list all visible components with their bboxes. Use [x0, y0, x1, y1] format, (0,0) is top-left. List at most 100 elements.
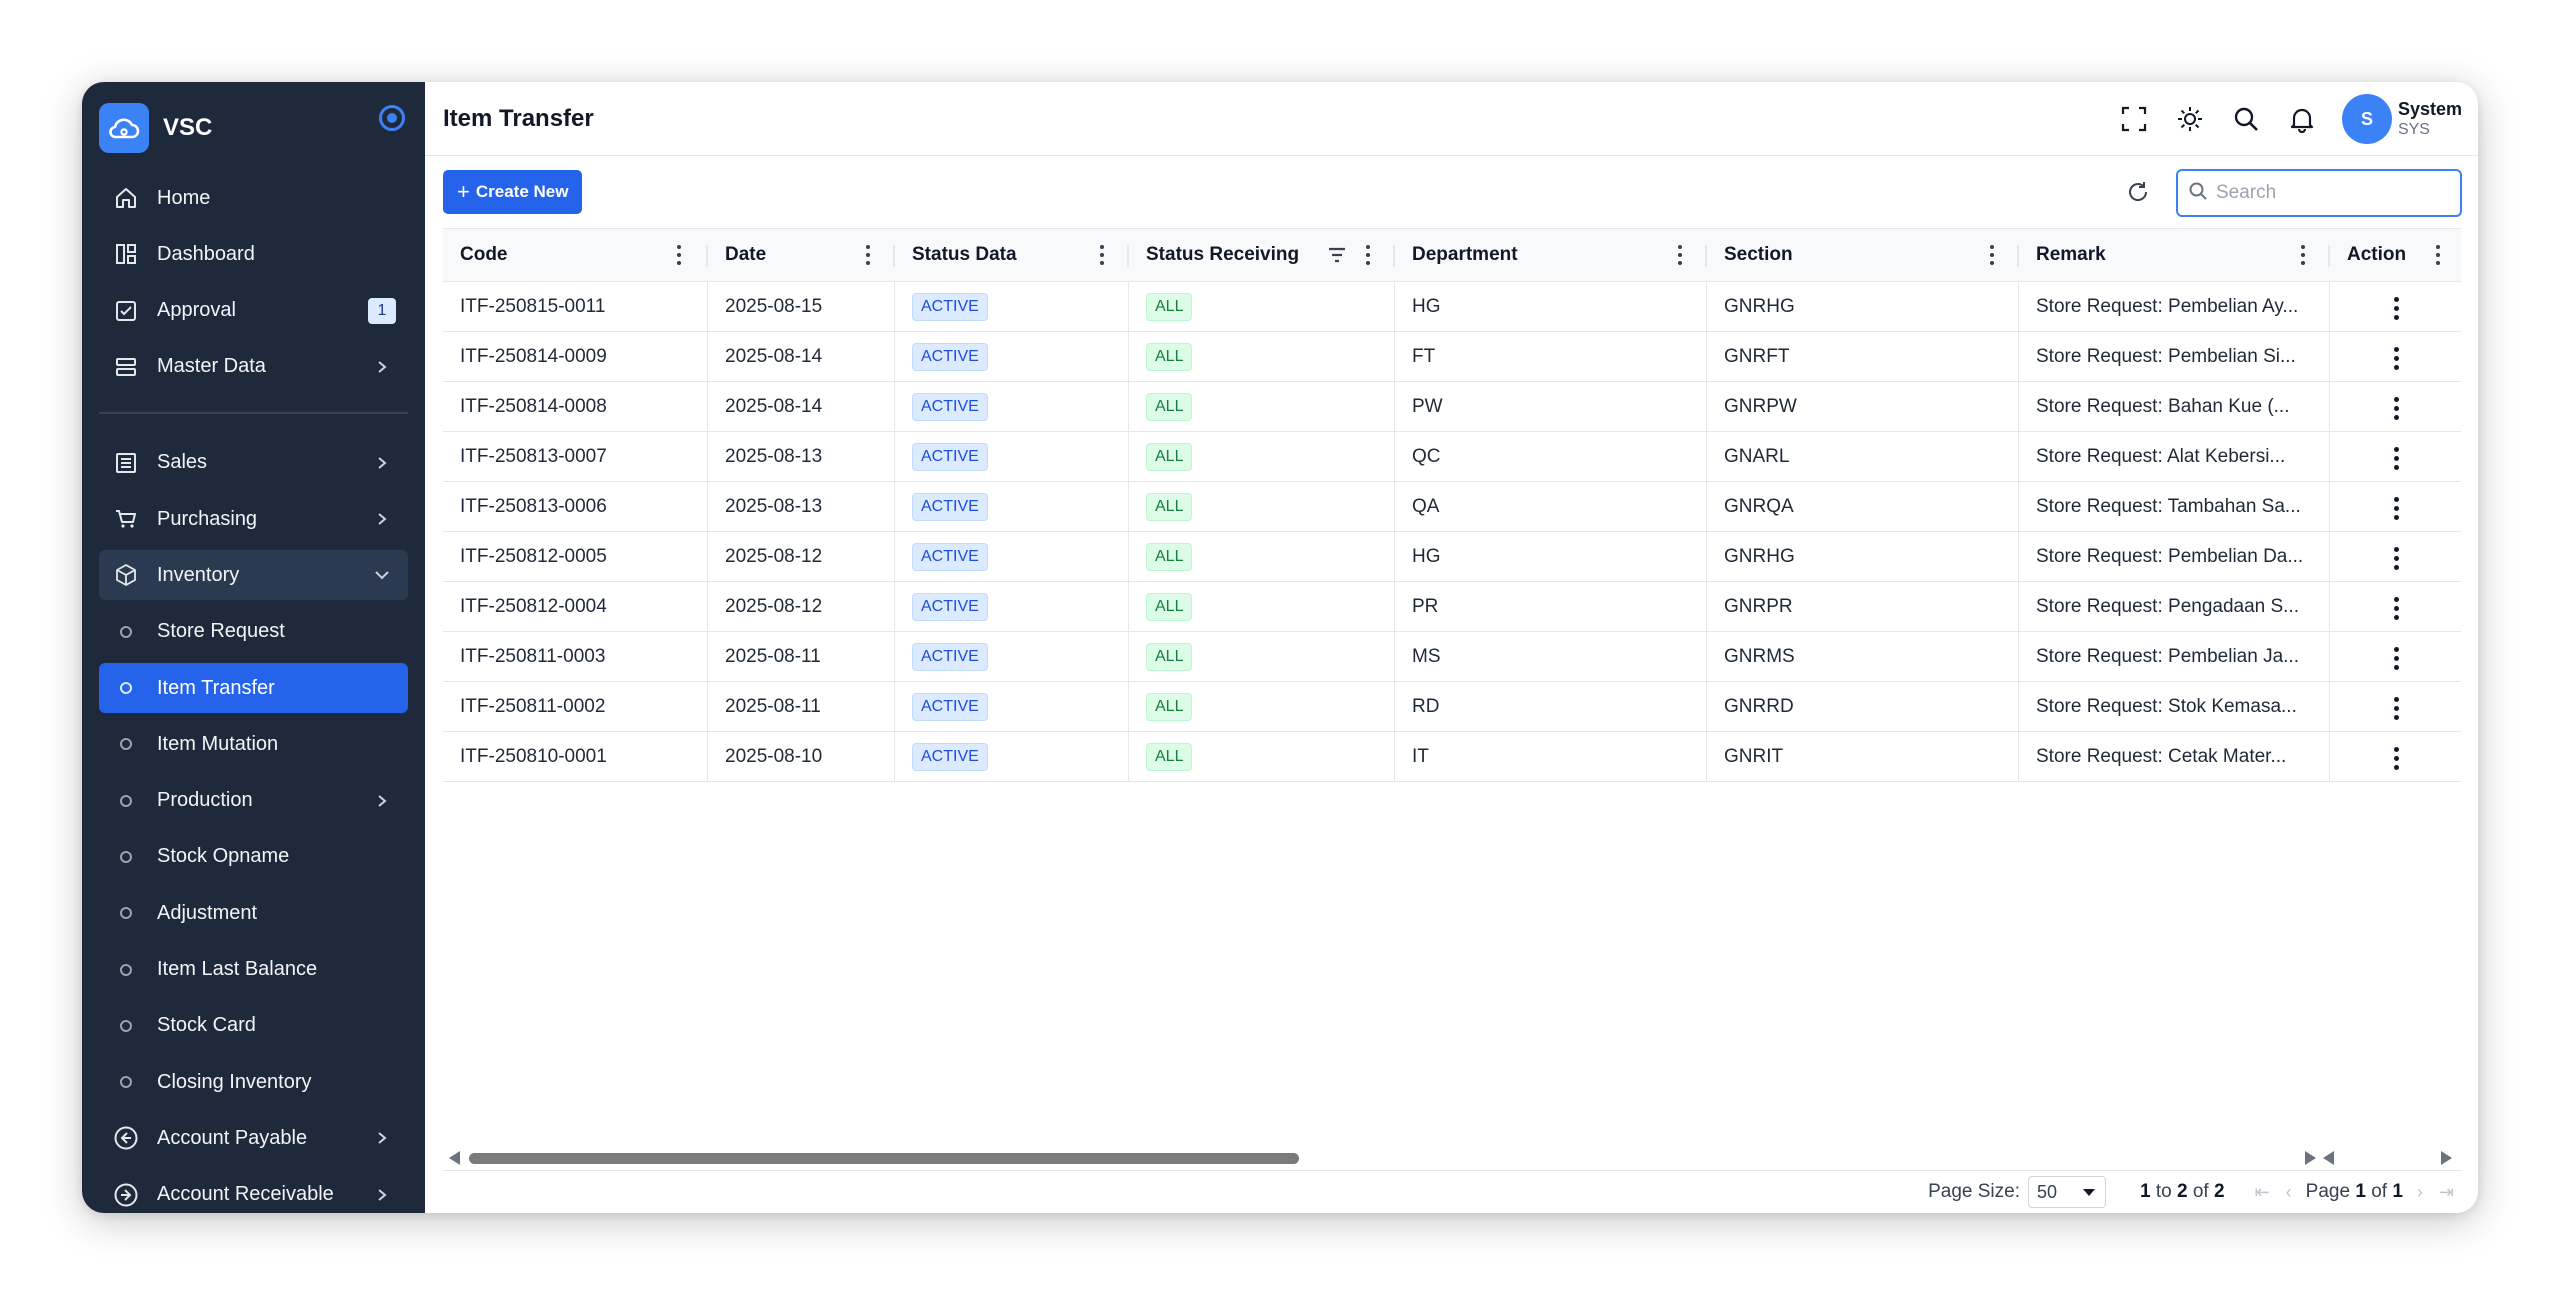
topbar-actions: S System SYS	[2106, 82, 2462, 156]
column-header-remark[interactable]: Remark	[2019, 229, 2330, 281]
column-menu-icon[interactable]	[676, 245, 682, 265]
table-row[interactable]: ITF-250811-0002 2025-08-11 ACTIVE ALL RD GNRR…	[443, 682, 2461, 732]
table-row[interactable]: ITF-250810-0001 2025-08-10 ACTIVE ALL IT GNRI…	[443, 732, 2461, 782]
last-page-icon[interactable]: ⇥	[2439, 1182, 2454, 1203]
search-icon[interactable]	[2218, 91, 2274, 147]
row-actions-icon[interactable]	[2394, 347, 2399, 370]
table-row[interactable]: ITF-250814-0008 2025-08-14 ACTIVE ALL PW GNRP…	[443, 382, 2461, 432]
bell-icon[interactable]	[2274, 91, 2330, 147]
row-actions-icon[interactable]	[2394, 547, 2399, 570]
cell-text: Store Request: Alat Kebersi...	[2036, 445, 2286, 467]
cell-text: GNRPW	[1724, 395, 1797, 417]
row-actions-icon[interactable]	[2394, 447, 2399, 470]
column-menu-icon[interactable]	[1099, 245, 1105, 265]
next-page-icon[interactable]: ›	[2417, 1182, 2423, 1203]
cell-remark: Store Request: Pembelian Si...	[2019, 332, 2330, 381]
column-menu-icon[interactable]	[865, 245, 871, 265]
search-field[interactable]	[2176, 169, 2462, 217]
sidebar-item-production[interactable]: Production	[99, 776, 408, 826]
cell-section: GNRPW	[1707, 382, 2019, 431]
previous-page-icon[interactable]: ‹	[2286, 1182, 2292, 1203]
scroll-right-icon[interactable]	[2305, 1151, 2316, 1165]
sidebar-item-closing-inventory[interactable]: Closing Inventory	[99, 1057, 408, 1107]
row-actions-icon[interactable]	[2394, 497, 2399, 520]
column-header-code[interactable]: Code	[443, 229, 708, 281]
row-actions-icon[interactable]	[2394, 597, 2399, 620]
sidebar-item-home[interactable]: Home	[99, 173, 408, 223]
column-header-department[interactable]: Department	[1395, 229, 1707, 281]
cell-section: GNRQA	[1707, 482, 2019, 531]
table-row[interactable]: ITF-250814-0009 2025-08-14 ACTIVE ALL FT GNRF…	[443, 332, 2461, 382]
table-row[interactable]: ITF-250811-0003 2025-08-11 ACTIVE ALL MS GNRM…	[443, 632, 2461, 682]
cell-text: 2025-08-15	[725, 295, 823, 317]
sidebar-item-item-last-balance[interactable]: Item Last Balance	[99, 945, 408, 995]
sidebar-item-dashboard[interactable]: Dashboard	[99, 229, 408, 279]
row-actions-icon[interactable]	[2394, 697, 2399, 720]
table-row[interactable]: ITF-250812-0005 2025-08-12 ACTIVE ALL HG GNRH…	[443, 532, 2461, 582]
column-header-status-data[interactable]: Status Data	[895, 229, 1129, 281]
table-row[interactable]: ITF-250815-0011 2025-08-15 ACTIVE ALL HG GNRH…	[443, 282, 2461, 332]
sidebar-item-master-data[interactable]: Master Data	[99, 342, 408, 392]
horizontal-scrollbar[interactable]	[443, 1148, 2461, 1168]
column-menu-icon[interactable]	[2300, 245, 2306, 265]
cell-text: Store Request: Pengadaan S...	[2036, 595, 2300, 617]
first-page-icon[interactable]: ⇤	[2255, 1182, 2270, 1203]
scroll-left-icon[interactable]	[449, 1151, 460, 1165]
search-input[interactable]	[2216, 182, 2436, 204]
sidebar-item-stock-opname[interactable]: Stock Opname	[99, 832, 408, 882]
circle-icon	[120, 907, 132, 920]
receiving-badge: ALL	[1146, 692, 1193, 721]
column-menu-icon[interactable]	[1677, 245, 1683, 265]
sidebar-item-purchasing[interactable]: Purchasing	[99, 494, 408, 544]
pinned-scroll-right-icon[interactable]	[2441, 1151, 2452, 1165]
sidebar-item-inventory[interactable]: Inventory	[99, 550, 408, 601]
row-total: 2	[2214, 1181, 2225, 1202]
sidebar-item-store-request[interactable]: Store Request	[99, 607, 408, 657]
page-size-select[interactable]: 50	[2028, 1176, 2106, 1208]
table-row[interactable]: ITF-250813-0007 2025-08-13 ACTIVE ALL QC GNAR…	[443, 432, 2461, 482]
column-menu-icon[interactable]	[1365, 245, 1371, 265]
fullscreen-icon[interactable]	[2106, 91, 2162, 147]
column-label: Department	[1412, 244, 1518, 265]
avatar: S	[2341, 94, 2392, 144]
row-actions-icon[interactable]	[2394, 397, 2399, 420]
circle-icon	[120, 794, 132, 807]
table-row[interactable]: ITF-250812-0004 2025-08-12 ACTIVE ALL PR GNRP…	[443, 582, 2461, 632]
row-actions-icon[interactable]	[2394, 747, 2399, 770]
column-menu-icon[interactable]	[1989, 245, 1995, 265]
theme-sun-icon[interactable]	[2162, 91, 2218, 147]
sidebar-item-sales[interactable]: Sales	[99, 438, 408, 488]
user-menu[interactable]: S System SYS	[2341, 94, 2462, 144]
cell-text: PR	[1412, 595, 1439, 617]
sidebar-item-label: Closing Inventory	[157, 1070, 312, 1093]
filter-icon[interactable]	[1327, 246, 1347, 270]
cell-status-data: ACTIVE	[895, 532, 1129, 581]
page-size-label: Page Size:	[1928, 1181, 2020, 1202]
row-actions-icon[interactable]	[2394, 297, 2399, 320]
scrollbar-thumb[interactable]	[469, 1153, 1299, 1164]
current-page: 1	[2355, 1181, 2366, 1202]
sidebar-toggle-icon[interactable]	[379, 105, 405, 131]
cell-text: Store Request: Tambahan Sa...	[2036, 495, 2301, 517]
sidebar-item-account-payable[interactable]: Account Payable	[99, 1113, 408, 1163]
column-header-status-receiving[interactable]: Status Receiving	[1129, 229, 1395, 281]
row-actions-icon[interactable]	[2394, 647, 2399, 670]
table-row[interactable]: ITF-250813-0006 2025-08-13 ACTIVE ALL QA GNRQ…	[443, 482, 2461, 532]
cell-department: QA	[1395, 482, 1707, 531]
database-icon	[111, 352, 141, 382]
pinned-scroll-left-icon[interactable]	[2323, 1151, 2334, 1165]
column-header-date[interactable]: Date	[708, 229, 895, 281]
sidebar-item-item-transfer[interactable]: Item Transfer	[99, 663, 408, 714]
column-header-section[interactable]: Section	[1707, 229, 2019, 281]
cell-remark: Store Request: Bahan Kue (...	[2019, 382, 2330, 431]
sidebar-item-stock-card[interactable]: Stock Card	[99, 1001, 408, 1051]
create-new-button[interactable]: + Create New	[443, 170, 583, 214]
sidebar-item-account-receivable[interactable]: Account Receivable	[99, 1170, 408, 1213]
sidebar-item-item-mutation[interactable]: Item Mutation	[99, 719, 408, 769]
column-menu-icon[interactable]	[2435, 245, 2441, 265]
refresh-icon[interactable]	[2118, 172, 2158, 212]
cell-department: MS	[1395, 632, 1707, 681]
sidebar-item-approval[interactable]: Approval 1	[99, 286, 408, 336]
sidebar-item-adjustment[interactable]: Adjustment	[99, 888, 408, 938]
column-header-action[interactable]: Action	[2330, 229, 2461, 281]
